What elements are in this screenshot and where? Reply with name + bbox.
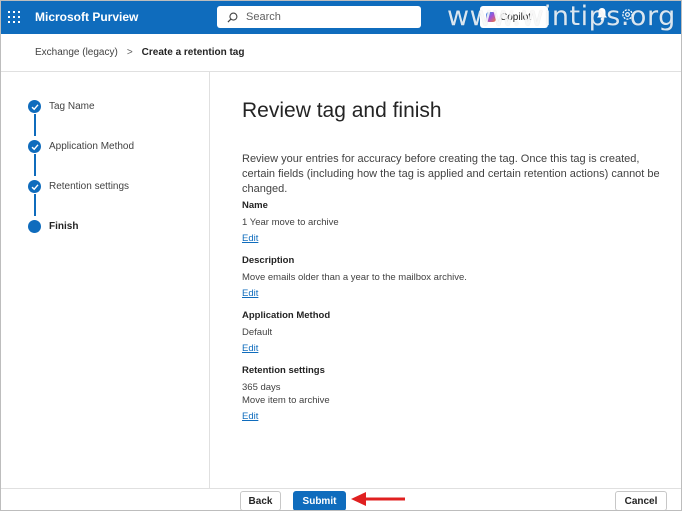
edit-retention-settings-link[interactable]: Edit — [242, 411, 258, 422]
copilot-icon — [486, 12, 496, 22]
description-value: Move emails older than a year to the mai… — [242, 272, 467, 283]
gear-icon[interactable] — [621, 8, 634, 21]
page-title: Review tag and finish — [242, 99, 442, 122]
copilot-button[interactable]: Copilot — [480, 6, 548, 28]
application-method-label: Application Method — [242, 310, 331, 321]
name-value: 1 Year move to archive — [242, 217, 339, 228]
back-button[interactable]: Back — [240, 491, 281, 511]
search-placeholder: Search — [246, 11, 281, 23]
breadcrumb: Exchange (legacy) > Create a retention t… — [0, 34, 682, 72]
search-icon — [227, 12, 238, 23]
step-connector — [34, 154, 36, 176]
breadcrumb-current: Create a retention tag — [141, 47, 245, 58]
retention-settings-label: Retention settings — [242, 365, 325, 376]
name-label: Name — [242, 200, 268, 211]
step-label: Retention settings — [49, 181, 130, 192]
bell-icon[interactable] — [596, 7, 608, 21]
app-launcher-icon[interactable] — [8, 11, 20, 23]
top-header: Microsoft Purview Search Copilot www.win… — [0, 0, 682, 34]
step-connector — [34, 194, 36, 216]
step-retention-settings[interactable]: Retention settings — [28, 180, 129, 193]
application-method-value: Default — [242, 327, 273, 338]
wizard-footer: Back Submit Cancel — [0, 488, 682, 511]
step-label: Finish — [49, 221, 79, 232]
wizard-stepper: Tag Name Application Method Retention se… — [0, 72, 210, 488]
edit-name-link[interactable]: Edit — [242, 233, 258, 244]
step-tag-name[interactable]: Tag Name — [28, 100, 95, 113]
checkmark-icon — [28, 100, 41, 113]
breadcrumb-separator: > — [126, 47, 133, 58]
cancel-button[interactable]: Cancel — [615, 491, 667, 511]
app-title[interactable]: Microsoft Purview — [35, 10, 138, 24]
step-connector — [34, 114, 36, 136]
search-box[interactable]: Search — [217, 6, 421, 28]
step-application-method[interactable]: Application Method — [28, 140, 134, 153]
retention-action-value: Move item to archive — [242, 395, 330, 406]
current-step-icon — [28, 220, 41, 233]
checkmark-icon — [28, 140, 41, 153]
copilot-label: Copilot — [500, 11, 532, 23]
edit-description-link[interactable]: Edit — [242, 288, 258, 299]
step-label: Tag Name — [49, 101, 95, 112]
submit-button[interactable]: Submit — [293, 491, 346, 511]
step-finish[interactable]: Finish — [28, 220, 78, 233]
checkmark-icon — [28, 180, 41, 193]
edit-application-method-link[interactable]: Edit — [242, 343, 258, 354]
red-arrow-icon — [351, 492, 405, 506]
breadcrumb-parent[interactable]: Exchange (legacy) — [35, 47, 118, 58]
retention-period-value: 365 days — [242, 382, 281, 393]
description-label: Description — [242, 255, 295, 266]
step-label: Application Method — [49, 141, 135, 152]
intro-text: Review your entries for accuracy before … — [242, 153, 660, 195]
